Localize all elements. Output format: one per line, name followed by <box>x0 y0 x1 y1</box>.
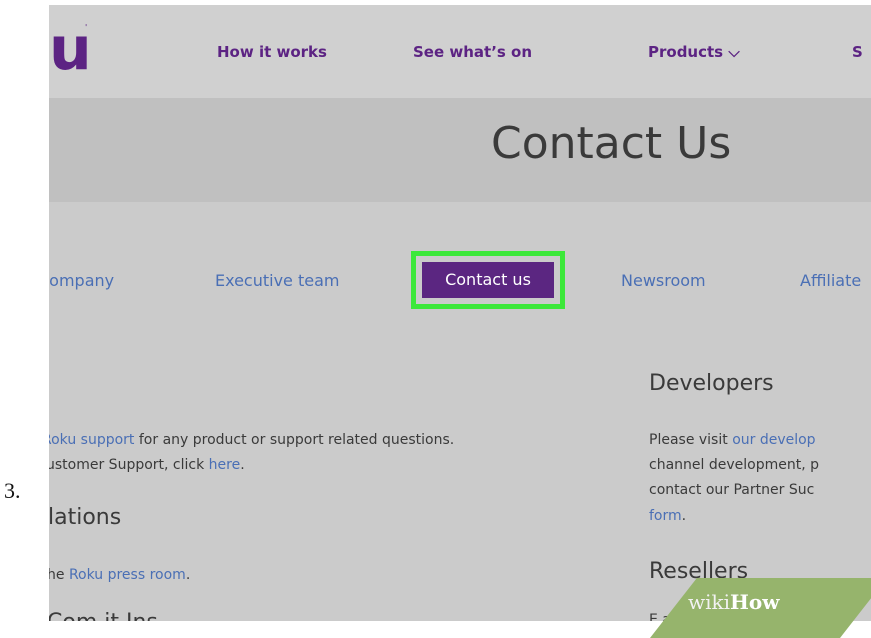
subnav-newsroom[interactable]: Newsroom <box>621 271 706 290</box>
form-link[interactable]: form <box>649 508 682 524</box>
developers-line-2: channel development, p <box>649 457 819 473</box>
developers-line-3: contact our Partner Suc <box>649 482 815 498</box>
hero-banner: Contact Us <box>49 98 871 202</box>
top-navigation: u ' How it works See what’s on Products … <box>49 5 871 98</box>
subnav-company[interactable]: Company <box>49 271 114 290</box>
step-number: 3. <box>4 478 21 503</box>
support-line-2-text: ustomer Support, click <box>49 457 209 473</box>
logo-trademark: ' <box>85 23 88 32</box>
wikihow-watermark-text: wikiHow <box>688 590 779 614</box>
roku-logo[interactable]: u <box>49 19 92 79</box>
nav-see-whats-on[interactable]: See what’s on <box>413 43 532 61</box>
roku-press-room-link[interactable]: Roku press room <box>69 567 186 583</box>
bottom-cut-heading: Com it Ins <box>49 610 158 621</box>
nav-products-dropdown[interactable]: Products ⌵ <box>648 43 740 61</box>
watermark-wiki: wiki <box>688 590 731 614</box>
press-line: he Roku press room. <box>49 567 190 583</box>
website-screenshot: u ' How it works See what’s on Products … <box>49 5 871 621</box>
support-line-1: Roku support for any product or support … <box>49 432 454 448</box>
relations-heading: lations <box>49 505 122 530</box>
subnav-executive-team[interactable]: Executive team <box>215 271 340 290</box>
support-line-1-text: for any product or support related quest… <box>134 432 455 448</box>
developer-site-link[interactable]: our develop <box>732 432 815 448</box>
nav-how-it-works[interactable]: How it works <box>217 43 327 61</box>
developers-line-4-end: . <box>681 508 687 524</box>
page-title: Contact Us <box>491 118 732 169</box>
nav-support-cut[interactable]: S <box>852 43 863 61</box>
press-line-text: he <box>49 567 69 583</box>
developers-line-1: Please visit our develop <box>649 432 816 448</box>
press-line-end: . <box>185 567 191 583</box>
support-line-2: ustomer Support, click here. <box>49 457 245 473</box>
developers-line-4: form. <box>649 508 686 524</box>
developers-heading: Developers <box>649 371 774 396</box>
roku-support-link[interactable]: Roku support <box>49 432 134 448</box>
support-line-2-end: . <box>240 457 245 473</box>
here-link[interactable]: here <box>209 457 241 473</box>
watermark-how: How <box>730 590 780 614</box>
developers-line-1-text: Please visit <box>649 432 733 448</box>
subnav-contact-us-button[interactable]: Contact us <box>422 262 554 298</box>
subnav-affiliate[interactable]: Affiliate <box>800 271 861 290</box>
